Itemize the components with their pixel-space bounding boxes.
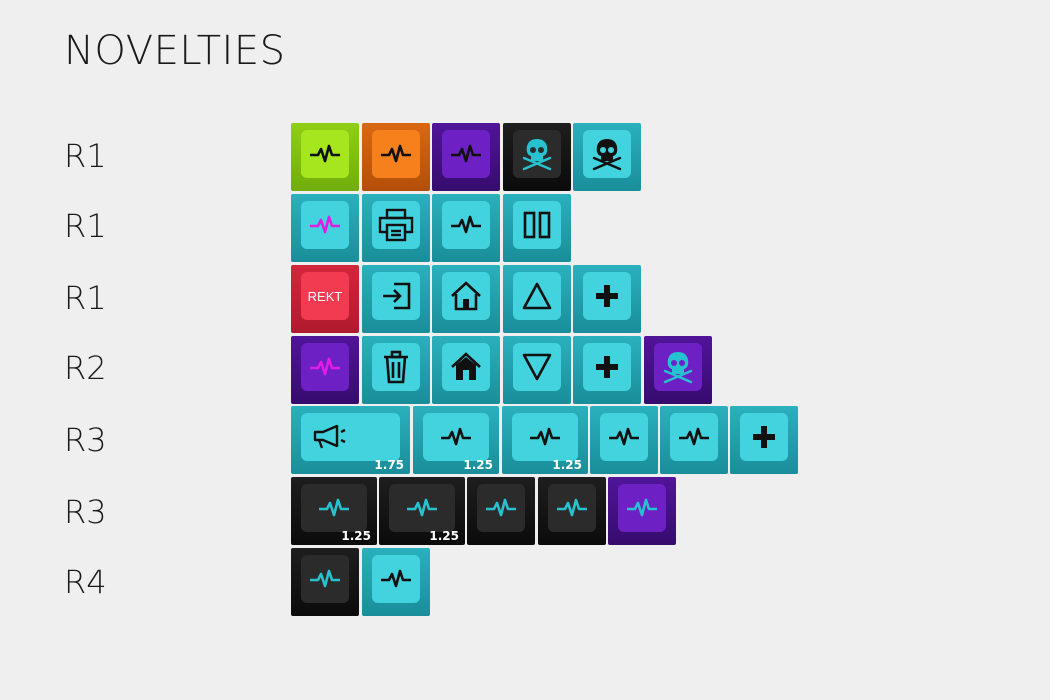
keycap-pulse-cyan	[590, 406, 658, 474]
triangle-down-icon	[522, 353, 552, 381]
keycap-pulse-lime	[291, 123, 359, 191]
pulse-icon	[609, 427, 639, 446]
triangle-up-icon	[522, 282, 552, 310]
enter-icon	[383, 282, 411, 310]
skull-crossbones-icon	[663, 352, 693, 384]
keycap-pulse-cyan	[432, 194, 500, 262]
trash-icon	[384, 350, 408, 384]
keycap-pulse-black	[467, 477, 535, 545]
skull-crossbones-icon	[592, 139, 622, 171]
pulse-icon	[381, 569, 411, 588]
keycap-skull-purple	[644, 336, 712, 404]
size-label: 1.25	[429, 529, 459, 543]
pulse-icon	[679, 427, 709, 446]
keycap-plus	[730, 406, 798, 474]
size-label: 1.25	[463, 458, 493, 472]
keycap-pulse-black	[538, 477, 606, 545]
keycap-printer	[362, 194, 430, 262]
keycap-home	[432, 265, 500, 333]
pulse-icon	[319, 498, 349, 517]
plus-icon	[596, 285, 618, 307]
pulse-icon	[441, 427, 471, 446]
pulse-icon	[451, 215, 481, 234]
keycap-pulse-purple	[432, 123, 500, 191]
keycap-pulse-magenta	[291, 194, 359, 262]
keycap-pulse-cyan	[362, 548, 430, 616]
keycap-plus	[573, 265, 641, 333]
pulse-icon	[486, 498, 516, 517]
keycap-grid: REKT 1.75 1.25 1.25 1.25 1.25	[0, 0, 1050, 700]
size-label: 1.25	[552, 458, 582, 472]
plus-icon	[596, 356, 618, 378]
rekt-legend: REKT	[307, 288, 343, 304]
keycap-trash	[362, 336, 430, 404]
keycap-plus	[573, 336, 641, 404]
skull-crossbones-icon	[522, 139, 552, 171]
pulse-icon	[451, 144, 481, 163]
pause-icon	[523, 211, 551, 239]
pulse-icon	[627, 498, 657, 517]
megaphone-icon	[313, 424, 346, 449]
size-label: 1.75	[374, 458, 404, 472]
size-label: 1.25	[341, 529, 371, 543]
keycap-pause	[503, 194, 571, 262]
keycap-triangle-down	[503, 336, 571, 404]
pulse-icon	[310, 357, 340, 376]
home-icon	[451, 352, 481, 380]
printer-icon	[378, 208, 414, 242]
keycap-triangle-up	[503, 265, 571, 333]
keycap-megaphone-175: 1.75	[291, 406, 410, 474]
pulse-icon	[530, 427, 560, 446]
pulse-icon	[557, 498, 587, 517]
keycap-home-filled	[432, 336, 500, 404]
home-icon	[451, 281, 481, 311]
pulse-icon	[310, 215, 340, 234]
keycap-pulse-orange	[362, 123, 430, 191]
keycap-pulse-purple-cyan	[608, 477, 676, 545]
keycap-skull-cyan	[573, 123, 641, 191]
pulse-icon	[407, 498, 437, 517]
keycap-rekt: REKT	[291, 265, 359, 333]
keycap-skull-black	[503, 123, 571, 191]
keycap-pulse-125: 1.25	[413, 406, 499, 474]
keycap-pulse-cyan	[660, 406, 728, 474]
keycap-pulse-purple-magenta	[291, 336, 359, 404]
keycap-pulse-black	[291, 548, 359, 616]
keycap-pulse-black-125: 1.25	[379, 477, 465, 545]
plus-icon	[753, 426, 775, 448]
pulse-icon	[310, 144, 340, 163]
pulse-icon	[381, 144, 411, 163]
keycap-enter	[362, 265, 430, 333]
keycap-pulse-125: 1.25	[502, 406, 588, 474]
keycap-pulse-black-125: 1.25	[291, 477, 377, 545]
pulse-icon	[310, 569, 340, 588]
